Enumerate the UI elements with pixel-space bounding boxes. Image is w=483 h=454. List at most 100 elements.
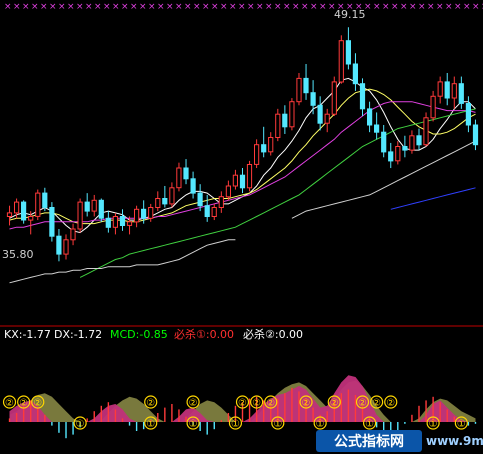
top-x-marker: × (409, 2, 417, 12)
top-x-marker: × (175, 2, 183, 12)
price-high-label: 49.15 (334, 8, 366, 21)
candle-body (303, 77, 309, 94)
candle-body (169, 187, 175, 205)
indicator-legend: KX:-1.77 DX:-1.72 MCD:-0.85 必杀①:0.00 必杀②… (4, 327, 303, 341)
signal-2-marker: ② (358, 398, 367, 409)
candle-body (6, 212, 13, 217)
candle-body (70, 228, 76, 241)
signal-1-marker: ① (457, 419, 466, 430)
signal-2-marker: ② (330, 398, 339, 409)
kx-label: KX:-1.77 (4, 328, 51, 341)
candle-body (176, 167, 182, 189)
candle-body (84, 201, 90, 212)
candle-body (367, 108, 373, 126)
candle-body (451, 83, 457, 99)
signal-1-marker: ① (231, 419, 240, 430)
candle-body (119, 216, 126, 226)
signal-2-marker: ② (386, 398, 395, 409)
top-x-marker: × (49, 2, 57, 12)
signal-1-marker: ① (76, 419, 85, 430)
candle-body (296, 77, 302, 103)
candle-body (232, 174, 239, 187)
signal-1-marker: ① (146, 419, 155, 430)
indicator-panel[interactable]: ② ② ② ② ② ② ② ② ② ② ② ② ②① ① ① ① ① ① ① ① ① (2, 375, 477, 439)
candle-body (42, 192, 48, 208)
top-x-marker: × (472, 2, 480, 12)
signal-1-marker: ① (189, 419, 198, 430)
candle-body (381, 131, 387, 153)
top-x-marker: × (427, 2, 435, 12)
candle-body (141, 208, 147, 219)
top-x-marker: × (139, 2, 147, 12)
top-x-marker: × (166, 2, 174, 12)
signal-2-marker: ② (266, 398, 275, 409)
price-panel[interactable] (6, 27, 479, 284)
candle-body (331, 81, 337, 115)
candle-body (324, 113, 330, 124)
top-x-marker: × (58, 2, 66, 12)
candle-body (289, 101, 295, 128)
top-x-marker: × (130, 2, 138, 12)
candle-body (183, 167, 189, 180)
top-x-marker: × (319, 2, 327, 12)
top-x-marker: × (184, 2, 192, 12)
top-x-marker: × (391, 2, 399, 12)
signal-2-marker: ② (302, 398, 311, 409)
watermark-brand: 公式指标网 (316, 430, 422, 452)
candle-body (444, 81, 450, 99)
top-x-marker: × (211, 2, 219, 12)
top-x-marker: × (31, 2, 39, 12)
top-x-marker: × (247, 2, 255, 12)
candle-body (416, 135, 422, 146)
chart-canvas: × × × × × × × × × × × × × × × × × × × × × × × × × × × × × × × × × × × × × × × ×… (0, 2, 483, 439)
top-x-marker: × (148, 2, 156, 12)
signal-1-marker: ① (365, 419, 374, 430)
candle-body (388, 151, 394, 162)
top-x-marker: × (238, 2, 246, 12)
candle-body (105, 217, 111, 228)
top-x-marker: × (283, 2, 291, 12)
top-x-marker: × (454, 2, 462, 12)
top-x-marker: × (373, 2, 381, 12)
candle-body (197, 192, 203, 207)
candle-body (148, 207, 154, 219)
candle-body (204, 205, 210, 217)
top-x-marker: × (94, 2, 102, 12)
signal-2-marker: ② (189, 398, 198, 409)
candle-body (374, 124, 380, 133)
top-x-marker: × (382, 2, 390, 12)
candle-body (162, 198, 168, 205)
candle-body (239, 174, 246, 189)
top-x-marker: × (85, 2, 93, 12)
candle-body (268, 137, 274, 153)
candle-body (190, 178, 196, 194)
candle-body (465, 103, 471, 126)
stock-chart-window: × × × × × × × × × × × × × × × × × × × × × × × × × × × × × × × × × × × × × × × ×… (0, 0, 483, 454)
candle-body (282, 113, 288, 128)
top-x-marker: × (310, 2, 318, 12)
candle-body (218, 196, 224, 208)
candle-body (56, 235, 62, 255)
candle-body (430, 95, 436, 119)
top-x-marker: × (256, 2, 264, 12)
bisha1-label: 必杀①:0.00 (174, 327, 234, 341)
candle-body (395, 146, 401, 162)
candle-body (359, 83, 366, 110)
signal-2-marker: ② (252, 398, 261, 409)
candle-body (317, 104, 323, 124)
signal-1-marker: ① (429, 419, 438, 430)
candle-body (310, 92, 316, 106)
candle-body (126, 221, 133, 226)
watermark-url: www.9m8.cn (426, 434, 483, 448)
top-x-marker: × (202, 2, 210, 12)
top-x-marker: × (292, 2, 300, 12)
top-x-marker: × (22, 2, 30, 12)
candle-body (225, 185, 232, 198)
top-x-marker: × (67, 2, 75, 12)
top-x-marker: × (157, 2, 165, 12)
candle-body (49, 207, 55, 237)
candle-body (35, 192, 41, 217)
signal-2-marker: ② (146, 398, 155, 409)
signal-2-marker: ② (19, 398, 28, 409)
candle-body (261, 144, 267, 153)
